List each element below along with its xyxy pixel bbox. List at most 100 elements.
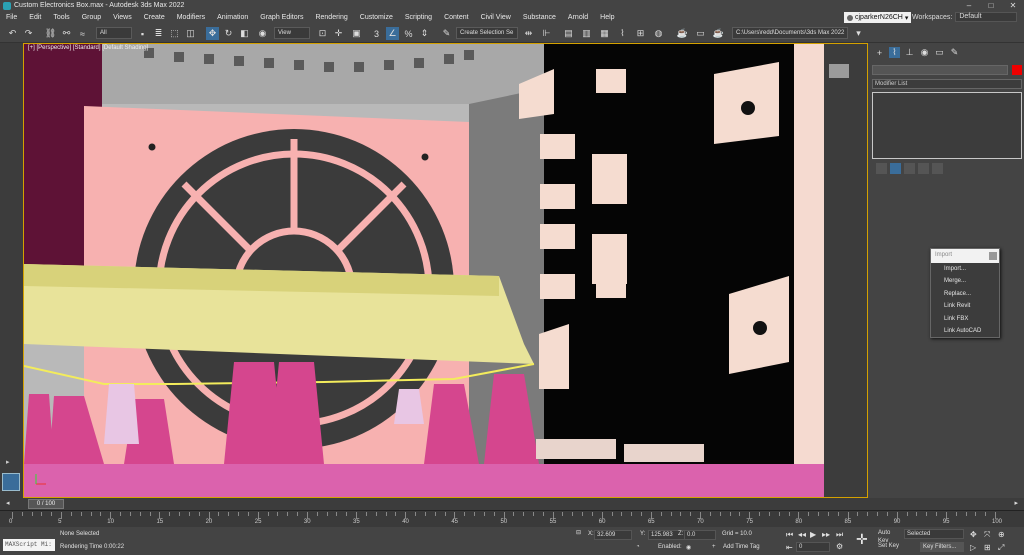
- selection-filter-select[interactable]: All: [96, 27, 132, 39]
- maximize-button[interactable]: □: [980, 0, 1002, 11]
- pivot-center-icon[interactable]: ⊡: [316, 27, 329, 40]
- expand-icon[interactable]: ▸: [6, 458, 10, 466]
- add-time-tag[interactable]: Add Time Tag: [723, 544, 760, 550]
- menu-item-import[interactable]: Import...: [931, 263, 999, 275]
- toggle-ribbon-icon[interactable]: ▦: [598, 27, 611, 40]
- menu-edit[interactable]: Edit: [23, 11, 47, 24]
- modify-tab-icon[interactable]: ⌇: [889, 47, 900, 58]
- play-icon[interactable]: ▶: [810, 530, 816, 539]
- time-tag-add-icon[interactable]: +: [712, 544, 716, 550]
- menu-scripting[interactable]: Scripting: [399, 11, 438, 24]
- key-filters-button[interactable]: Key Filters...: [920, 542, 964, 552]
- viewport-label[interactable]: [+] [Perspective] [Standard] [Default Sh…: [28, 45, 148, 51]
- prev-key-icon[interactable]: ◂◂: [798, 530, 806, 539]
- z-coord-field[interactable]: 0.0: [684, 530, 716, 540]
- time-config-icon[interactable]: ⚙: [836, 542, 843, 551]
- menu-tools[interactable]: Tools: [47, 11, 75, 24]
- menu-content[interactable]: Content: [438, 11, 475, 24]
- motion-tab-icon[interactable]: ◉: [919, 47, 930, 58]
- next-frame-icon[interactable]: ▸: [1014, 499, 1018, 507]
- minimize-button[interactable]: –: [958, 0, 980, 11]
- time-tag-icon[interactable]: ◔: [636, 544, 640, 550]
- menu-item-merge[interactable]: Merge...: [931, 275, 999, 287]
- x-coord-field[interactable]: 32.609: [594, 530, 632, 540]
- edit-named-sets-icon[interactable]: ✎: [440, 27, 453, 40]
- ref-coord-select[interactable]: View: [274, 27, 310, 39]
- scene-explorer-icon[interactable]: ▤: [562, 27, 575, 40]
- selected-keys-select[interactable]: Selected: [904, 529, 964, 539]
- go-to-start-icon[interactable]: ⏮: [786, 530, 793, 540]
- percent-snap-icon[interactable]: %: [402, 27, 415, 40]
- menu-graph-editors[interactable]: Graph Editors: [254, 11, 309, 24]
- menu-animation[interactable]: Animation: [211, 11, 254, 24]
- snaps-toggle-icon[interactable]: 3: [370, 27, 383, 40]
- menu-item-link-revit[interactable]: Link Revit: [931, 300, 999, 312]
- window-crossing-icon[interactable]: ◫: [184, 27, 197, 40]
- set-key-button[interactable]: Set Key: [876, 542, 902, 552]
- viewport-layout-tab[interactable]: [2, 473, 20, 491]
- field-of-view-icon[interactable]: ▷: [970, 543, 976, 552]
- current-frame-field[interactable]: 0: [796, 542, 830, 552]
- workspaces-select[interactable]: Default: [955, 12, 1018, 22]
- menu-create[interactable]: Create: [138, 11, 171, 24]
- schematic-view-icon[interactable]: ⊞: [634, 27, 647, 40]
- render-icon[interactable]: ☕: [712, 27, 725, 40]
- menu-item-link-autocad[interactable]: Link AutoCAD: [931, 325, 999, 337]
- project-folder-icon[interactable]: ▾: [852, 27, 865, 40]
- named-selection-select[interactable]: Create Selection Se: [456, 27, 518, 39]
- rect-selection-icon[interactable]: ⬚: [168, 27, 181, 40]
- lock-selection-icon[interactable]: ⊟: [576, 529, 581, 536]
- align-icon[interactable]: ⊩: [540, 27, 553, 40]
- mirror-icon[interactable]: ⇹: [522, 27, 535, 40]
- display-tab-icon[interactable]: ▭: [934, 47, 945, 58]
- select-by-name-icon[interactable]: ≣: [152, 27, 165, 40]
- select-rotate-icon[interactable]: ↻: [222, 27, 235, 40]
- modifier-list-select[interactable]: Modifier List: [872, 79, 1022, 89]
- select-manipulate-icon[interactable]: ✛: [332, 27, 345, 40]
- next-key-icon[interactable]: ▸▸: [822, 530, 830, 539]
- placement-icon[interactable]: ◉: [256, 27, 269, 40]
- menu-customize[interactable]: Customize: [354, 11, 399, 24]
- auto-key-button[interactable]: Auto Key: [876, 529, 902, 544]
- material-editor-icon[interactable]: ◍: [652, 27, 665, 40]
- menu-substance[interactable]: Substance: [517, 11, 562, 24]
- curve-editor-icon[interactable]: ⌇: [616, 27, 629, 40]
- utilities-tab-icon[interactable]: ✎: [949, 47, 960, 58]
- select-scale-icon[interactable]: ◧: [238, 27, 251, 40]
- menu-item-replace[interactable]: Replace...: [931, 288, 999, 300]
- track-bar[interactable]: 0 5 10 15 20 25 30 35 40 45 50 55 60 65 70 75 80 85 90 95 10…: [0, 510, 1024, 527]
- close-icon[interactable]: [989, 252, 997, 260]
- zoom-icon[interactable]: ⊕: [998, 530, 1005, 539]
- remove-modifier-icon[interactable]: [918, 163, 929, 174]
- unlink-icon[interactable]: ⚯: [60, 27, 73, 40]
- object-name-field[interactable]: [872, 65, 1008, 75]
- zoom-extents-icon[interactable]: ⊞: [984, 543, 991, 552]
- orbit-icon[interactable]: ✥: [970, 530, 977, 539]
- make-unique-icon[interactable]: [904, 163, 915, 174]
- layer-explorer-icon[interactable]: ▥: [580, 27, 593, 40]
- go-to-end-icon[interactable]: ⏭: [836, 530, 843, 540]
- menu-group[interactable]: Group: [76, 11, 107, 24]
- perspective-viewport[interactable]: [+] [Perspective] [Standard] [Default Sh…: [23, 43, 868, 498]
- set-keys-icon[interactable]: ✛: [856, 531, 868, 548]
- redo-icon[interactable]: ↷: [22, 27, 35, 40]
- keyboard-shortcut-icon[interactable]: ▣: [350, 27, 363, 40]
- key-mode-icon[interactable]: ⇤: [786, 543, 793, 552]
- link-icon[interactable]: ⛓: [44, 27, 57, 40]
- select-object-icon[interactable]: ▪: [136, 27, 149, 40]
- menu-item-link-fbx[interactable]: Link FBX: [931, 313, 999, 325]
- menu-arnold[interactable]: Arnold: [562, 11, 594, 24]
- menu-help[interactable]: Help: [594, 11, 620, 24]
- render-setup-icon[interactable]: ☕: [676, 27, 689, 40]
- menu-file[interactable]: File: [0, 11, 23, 24]
- menu-rendering[interactable]: Rendering: [309, 11, 353, 24]
- menu-views[interactable]: Views: [107, 11, 138, 24]
- menu-civil-view[interactable]: Civil View: [475, 11, 517, 24]
- undo-icon[interactable]: ↶: [6, 27, 19, 40]
- menu-modifiers[interactable]: Modifiers: [171, 11, 211, 24]
- time-slider[interactable]: 0 / 100: [28, 499, 64, 509]
- pin-stack-icon[interactable]: [876, 163, 887, 174]
- configure-modifier-sets-icon[interactable]: [932, 163, 943, 174]
- script-icon[interactable]: ◉: [686, 544, 691, 551]
- close-button[interactable]: ✕: [1002, 0, 1024, 11]
